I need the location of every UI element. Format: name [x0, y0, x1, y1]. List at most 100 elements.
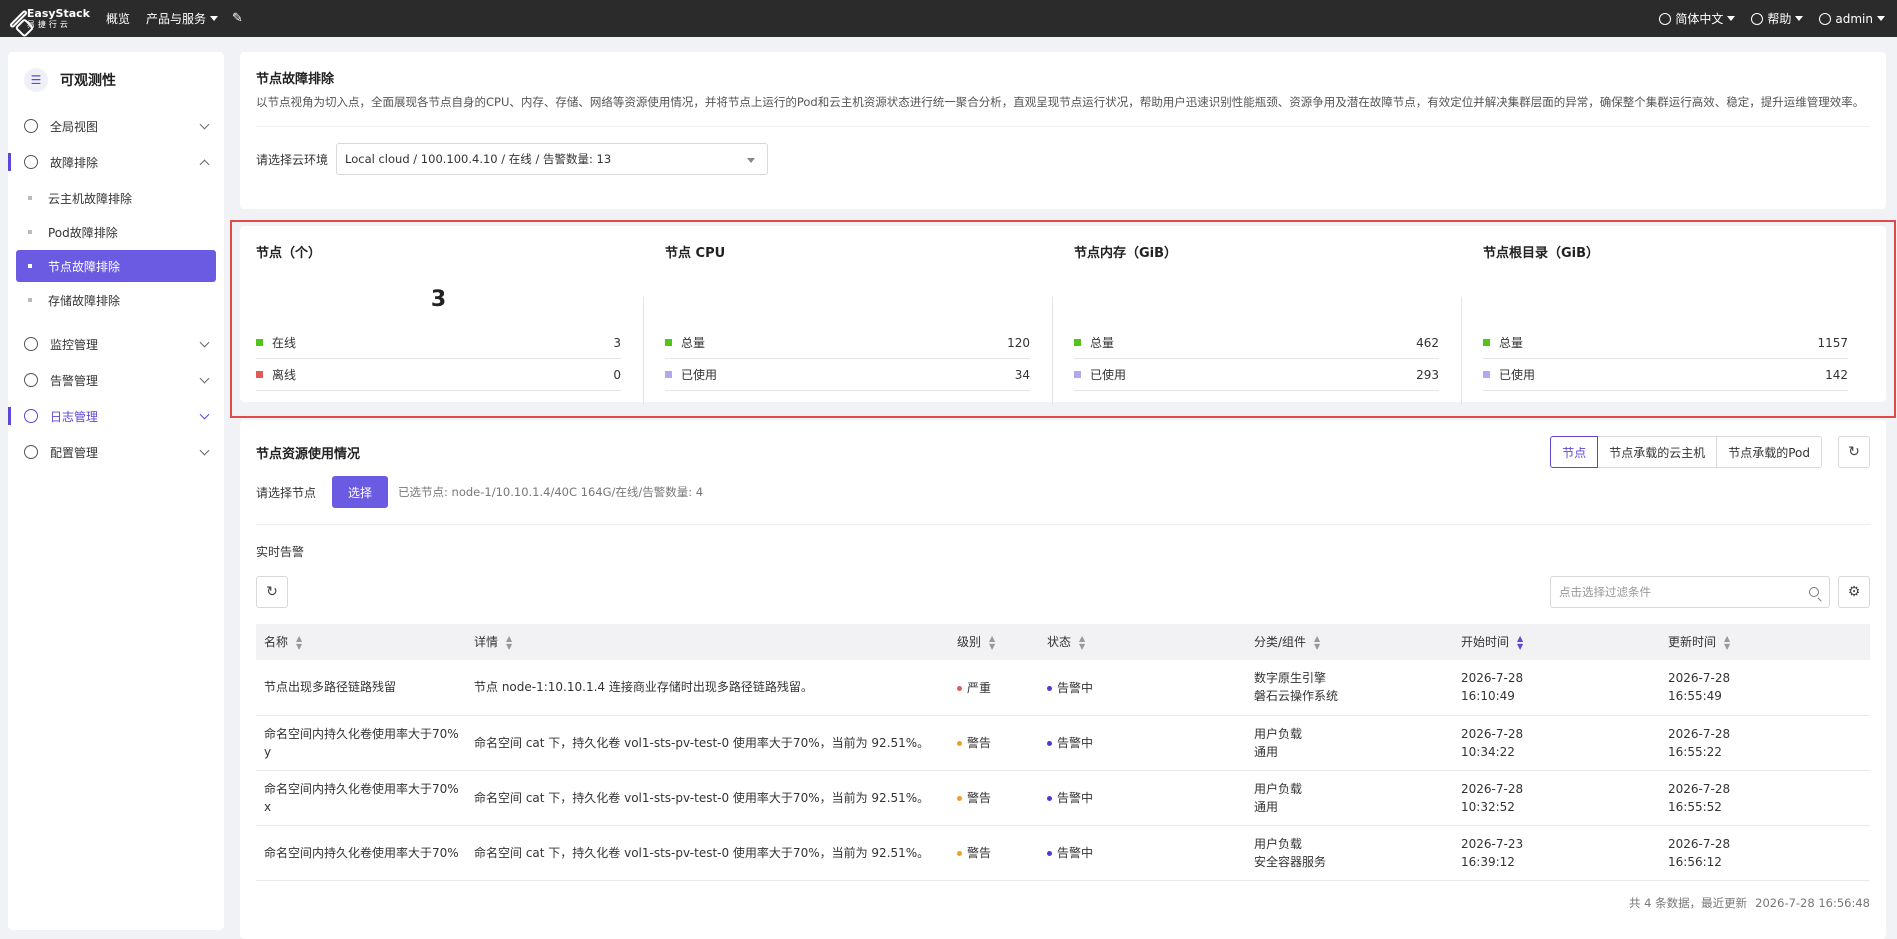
pin-icon[interactable]: ✎: [232, 11, 243, 26]
env-select[interactable]: Local cloud / 100.100.4.10 / 在线 / 告警数量: …: [336, 143, 769, 175]
update-date: 2026-7-28: [1668, 836, 1731, 851]
sort-icon: ▲ ▼: [1517, 633, 1524, 651]
language-dropdown[interactable]: 简体中文: [1659, 10, 1736, 27]
table-row[interactable]: 命名空间内持久化卷使用率大于70% 命名空间 cat 下，持久化卷 vol1-s…: [256, 825, 1870, 881]
start-time: 10:34:22: [1461, 744, 1515, 759]
tab-label: 节点: [1562, 445, 1587, 460]
top-bar: EasyStack 易捷行云 概览 产品与服务 ✎ 简体中文 帮助 admin: [0, 0, 1897, 37]
bullet-icon: [28, 264, 32, 268]
sidebar-sub-pod-troubleshooting[interactable]: Pod故障排除: [16, 216, 216, 248]
cell-status: 告警中: [1039, 715, 1246, 771]
tab-label: 节点承载的云主机: [1609, 445, 1706, 460]
status-text: 告警中: [1057, 846, 1094, 861]
col-status[interactable]: 状态 ▲ ▼: [1039, 624, 1246, 660]
status-dot-icon: [1047, 795, 1052, 801]
table-row[interactable]: 节点出现多路径链路残留 节点 node-1:10.10.1.4 连接商业存储时出…: [256, 660, 1870, 716]
start-time: 10:32:52: [1461, 799, 1515, 814]
col-detail[interactable]: 详情 ▲ ▼: [466, 624, 949, 660]
level-dot-icon: [957, 685, 962, 691]
refresh-button[interactable]: ↻: [1838, 436, 1870, 468]
legend-swatch: [256, 371, 263, 378]
nav-products-label: 产品与服务: [146, 12, 207, 26]
stat-big-value: 3: [430, 287, 447, 312]
status-text: 告警中: [1057, 791, 1094, 806]
tab-node-vms[interactable]: 节点承载的云主机: [1597, 436, 1718, 468]
start-date: 2026-7-23: [1461, 836, 1524, 851]
sidebar-sub-vm-troubleshooting[interactable]: 云主机故障排除: [16, 182, 216, 214]
chevron-down-icon: [1795, 16, 1804, 21]
category-line: 数字原生引擎: [1254, 671, 1327, 686]
menu-icon[interactable]: ☰: [24, 68, 48, 92]
status-dot-icon: [1047, 740, 1052, 746]
sidebar-item-logs[interactable]: 日志管理: [8, 398, 224, 434]
logo-icon: [8, 8, 28, 29]
col-label: 分类/组件: [1254, 635, 1307, 650]
sidebar-sub-node-troubleshooting[interactable]: 节点故障排除: [16, 250, 216, 282]
table-row[interactable]: 命名空间内持久化卷使用率大于70% x 命名空间 cat 下，持久化卷 vol1…: [256, 770, 1870, 826]
user-icon: [1819, 12, 1832, 25]
alerts-refresh-button[interactable]: ↻: [256, 576, 288, 608]
cell-start-time: 2026-7-28 10:34:22: [1453, 715, 1660, 771]
stat-row-label: 已使用: [1090, 368, 1127, 382]
sidebar-sub-storage-troubleshooting[interactable]: 存储故障排除: [16, 284, 216, 316]
resources-title: 节点资源使用情况: [256, 446, 361, 462]
table-settings-button[interactable]: ⚙: [1838, 576, 1870, 608]
stat-row-value: 34: [1014, 367, 1030, 382]
node-label: 请选择节点: [256, 485, 317, 500]
cell-status: 告警中: [1039, 660, 1246, 716]
nav-overview-label: 概览: [106, 12, 131, 26]
cell-update-time: 2026-7-28 16:55:49: [1660, 660, 1870, 716]
sidebar-item-monitoring[interactable]: 监控管理: [8, 326, 224, 362]
stat-row-value: 293: [1416, 367, 1439, 382]
category-line: 用户负载: [1254, 836, 1303, 851]
env-label: 请选择云环境: [256, 152, 329, 167]
component-line: 通用: [1254, 744, 1279, 759]
stat-title: 节点内存（GiB）: [1074, 246, 1178, 261]
status-text: 告警中: [1057, 736, 1094, 751]
update-time: 16:55:52: [1668, 799, 1722, 814]
sort-icon: ▲ ▼: [1314, 633, 1321, 651]
sidebar-item-global-view[interactable]: 全局视图: [8, 108, 224, 144]
help-dropdown[interactable]: 帮助: [1751, 10, 1804, 27]
sidebar-title: 可观测性: [60, 73, 116, 89]
chevron-down-icon: [747, 158, 756, 163]
chevron-down-icon: [1727, 16, 1736, 21]
col-level[interactable]: 级别 ▲ ▼: [949, 624, 1039, 660]
stat-row-value: 3: [613, 335, 621, 350]
cell-level: 严重: [949, 660, 1039, 716]
cell-detail: 命名空间 cat 下，持久化卷 vol1-sts-pv-test-0 使用率大于…: [466, 770, 949, 826]
level-dot-icon: [957, 740, 962, 746]
select-node-button[interactable]: 选择: [332, 476, 389, 508]
help-label: 帮助: [1767, 12, 1792, 26]
tab-node-pods[interactable]: 节点承载的Pod: [1716, 436, 1822, 468]
level-text: 警告: [967, 846, 992, 861]
cell-status: 告警中: [1039, 825, 1246, 881]
user-label: admin: [1835, 11, 1873, 26]
stat-row: 已使用 142: [1483, 359, 1848, 391]
nav-overview[interactable]: 概览: [106, 10, 130, 27]
filter-search-input[interactable]: 点击选择过滤条件: [1550, 576, 1830, 608]
nav-products-services[interactable]: 产品与服务: [146, 10, 219, 27]
footer-count: 共 4 条数据，最近更新: [1629, 895, 1748, 910]
table-row[interactable]: 命名空间内持久化卷使用率大于70% y 命名空间 cat 下，持久化卷 vol1…: [256, 715, 1870, 771]
col-name[interactable]: 名称 ▲ ▼: [256, 624, 466, 660]
sidebar-item-label: 告警管理: [50, 373, 99, 388]
col-start-time[interactable]: 开始时间 ▲ ▼: [1453, 624, 1660, 660]
update-time: 16:56:12: [1668, 854, 1722, 869]
sidebar-item-troubleshooting[interactable]: 故障排除: [8, 144, 224, 180]
level-text: 警告: [967, 736, 992, 751]
sidebar-item-config[interactable]: 配置管理: [8, 434, 224, 470]
table-header-row: 名称 ▲ ▼ 详情 ▲ ▼ 级别 ▲ ▼ 状态 ▲ ▼ 分类/组件 ▲ ▼ 开始时间 ▲ ▼ 更新时间 ▲…: [256, 624, 1870, 660]
col-label: 状态: [1047, 635, 1072, 650]
sidebar-item-alerts[interactable]: 告警管理: [8, 362, 224, 398]
tab-node[interactable]: 节点: [1550, 436, 1599, 468]
col-category[interactable]: 分类/组件 ▲ ▼: [1246, 624, 1453, 660]
chevron-down-icon: [199, 337, 210, 347]
stat-row: 总量 1157: [1483, 327, 1848, 359]
sidebar-header: ☰ 可观测性: [8, 52, 224, 108]
cell-name: 命名空间内持久化卷使用率大于70% y: [256, 715, 466, 771]
stats-panel: 节点（个） 3 在线 3 离线 0 节点 CPU 总量 120 已使用 34 节点内存（…: [240, 226, 1886, 405]
logo[interactable]: EasyStack 易捷行云: [8, 8, 90, 30]
user-dropdown[interactable]: admin: [1819, 12, 1885, 26]
col-update-time[interactable]: 更新时间 ▲ ▼: [1660, 624, 1870, 660]
